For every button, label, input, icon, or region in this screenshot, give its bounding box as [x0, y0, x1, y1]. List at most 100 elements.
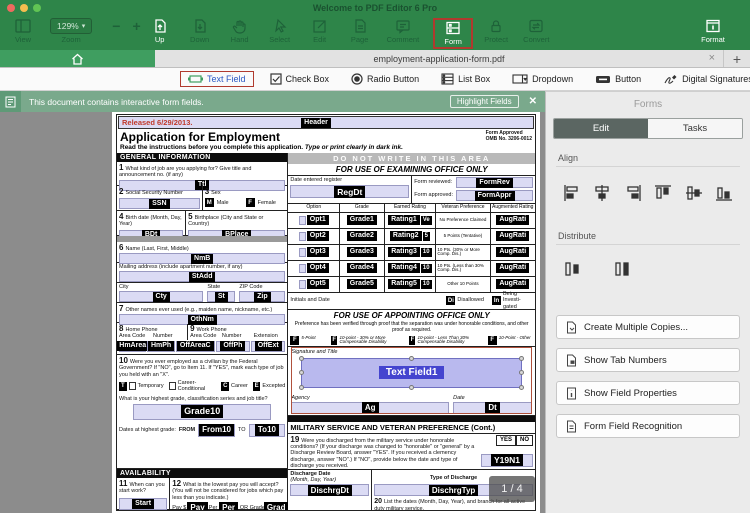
tool-text-field[interactable]: Text Field [180, 71, 254, 87]
resize-handle[interactable] [299, 356, 304, 361]
form-field[interactable]: OffAreaC [176, 341, 215, 352]
distribute-horizontal-icon[interactable] [562, 259, 582, 279]
toolbar-item-page[interactable]: Page [347, 18, 373, 44]
show-field-properties-button[interactable]: Show Field Properties [556, 381, 740, 405]
align-horizontal-center-icon[interactable] [592, 183, 612, 203]
zoom-out-button[interactable]: − [112, 18, 120, 34]
form-field[interactable]: HmPh [147, 341, 174, 352]
resize-handle[interactable] [409, 356, 414, 361]
close-tab-icon[interactable]: × [709, 53, 715, 64]
zoom-dropdown[interactable]: 129% ▾ [50, 18, 92, 34]
form-field[interactable]: From10 [198, 424, 235, 437]
resize-handle[interactable] [299, 385, 304, 390]
form-field[interactable]: HmArea [119, 341, 146, 352]
text-field-icon [188, 74, 203, 84]
form-field[interactable]: Y19N1 [481, 454, 533, 467]
forms-sidebar: Forms Edit Tasks Align Distribute Create… [545, 91, 750, 513]
form-field[interactable] [299, 232, 306, 241]
tab-tasks[interactable]: Tasks [648, 119, 742, 138]
tool-dropdown[interactable]: Dropdown [512, 74, 573, 84]
form-field[interactable]: Start [119, 498, 167, 510]
tab-numbers-doc-icon [566, 354, 577, 367]
toolbar-item-down[interactable]: Down [187, 18, 213, 44]
zoom-in-button[interactable]: + [132, 18, 140, 34]
form-field[interactable]: DischrgDt [290, 484, 369, 496]
notification-close-icon[interactable]: ✕ [529, 96, 537, 107]
form-field[interactable] [299, 216, 306, 225]
format-button[interactable]: Format [700, 18, 726, 44]
highlight-fields-button[interactable]: Highlight Fields [450, 95, 519, 108]
checkbox[interactable] [129, 382, 136, 390]
form-field[interactable]: SSN [119, 198, 200, 209]
tool-radio-button[interactable]: Radio Button [351, 73, 419, 85]
form-field[interactable]: F [409, 336, 415, 345]
tool-digital-signatures[interactable]: Digital Signatures [663, 74, 750, 85]
resize-handle[interactable] [519, 370, 524, 375]
form-field[interactable]: T [119, 382, 127, 391]
resize-handle[interactable] [519, 385, 524, 390]
resize-handle[interactable] [409, 385, 414, 390]
form-field[interactable]: FormAppr [456, 190, 533, 201]
form-field[interactable]: Zip [239, 291, 285, 302]
chevron-down-icon: ▾ [82, 22, 86, 30]
align-vertical-center-icon[interactable] [684, 183, 704, 203]
create-multiple-copies-button[interactable]: Create Multiple Copies... [556, 315, 740, 339]
form-field[interactable]: St [207, 291, 235, 302]
form-field[interactable]: E [253, 382, 261, 391]
form-field[interactable]: In [492, 296, 501, 305]
toolbar-item-select[interactable]: Select [267, 18, 293, 44]
form-field[interactable]: F [331, 336, 337, 345]
form-field[interactable]: F [488, 336, 497, 345]
resize-handle[interactable] [299, 370, 304, 375]
form-field[interactable]: OffPh [216, 341, 250, 352]
form-field-recognition-button[interactable]: Form Field Recognition [556, 414, 740, 438]
align-right-icon[interactable] [623, 183, 643, 203]
form-field[interactable]: F [246, 198, 255, 207]
align-left-icon[interactable] [562, 183, 582, 203]
file-tab[interactable]: employment-application-form.pdf × [155, 50, 724, 67]
form-field[interactable]: OffExt [251, 341, 285, 352]
tab-edit[interactable]: Edit [554, 119, 648, 138]
form-field[interactable] [299, 248, 306, 257]
tool-check-box[interactable]: Check Box [270, 73, 330, 85]
question-4-5: 4Birth date (Month, Day, Year) BDt 5Birt… [117, 211, 287, 236]
tool-button[interactable]: Button [595, 74, 641, 84]
zoom-value: 129% [57, 21, 79, 31]
home-tab[interactable] [0, 50, 155, 67]
form-field[interactable] [299, 280, 306, 289]
new-tab-button[interactable]: + [724, 50, 750, 67]
form-field[interactable]: M [205, 198, 214, 207]
form-field[interactable]: Di [446, 296, 455, 305]
form-field[interactable]: Cty [119, 291, 203, 302]
toolbar-item-up[interactable]: Up [147, 18, 173, 44]
toolbar-item-form[interactable]: Form [440, 20, 466, 46]
toolbar-item-comment[interactable]: Comment [387, 18, 420, 44]
form-field[interactable]: Dt [453, 402, 532, 414]
selected-text-field[interactable]: Text Field1 [301, 358, 522, 388]
form-field[interactable]: StAdd [119, 271, 285, 282]
document-viewport[interactable]: Released 6/29/2013. Header Application f… [0, 112, 545, 513]
form-field[interactable] [299, 264, 306, 273]
resize-handle[interactable] [519, 356, 524, 361]
align-section-label: Align [558, 153, 738, 163]
distribute-vertical-icon[interactable] [612, 259, 632, 279]
view-button[interactable]: View [10, 18, 36, 44]
veteran-table-header: Option Grade Earned Rating Veteran Prefe… [288, 204, 535, 213]
checkbox[interactable] [169, 382, 176, 390]
form-field[interactable]: Ag [291, 402, 449, 414]
show-tab-numbers-button[interactable]: Show Tab Numbers [556, 348, 740, 372]
form-field[interactable]: RegDt [290, 185, 409, 198]
form-field[interactable]: Grade10 [133, 404, 271, 420]
toolbar-item-hand[interactable]: Hand [227, 18, 253, 44]
tool-list-box[interactable]: List Box [441, 73, 490, 85]
align-top-icon[interactable] [653, 183, 673, 203]
form-field[interactable]: Released 6/29/2013. Header [118, 116, 534, 129]
form-field[interactable]: To10 [249, 424, 286, 437]
form-field[interactable]: FormRev [456, 177, 533, 188]
form-field[interactable]: F [290, 336, 299, 345]
toolbar-item-edit[interactable]: Edit [307, 18, 333, 44]
form-field[interactable]: C [221, 382, 229, 391]
toolbar-item-protect[interactable]: Protect [483, 18, 509, 44]
toolbar-item-convert[interactable]: Convert [523, 18, 549, 44]
align-bottom-icon[interactable] [714, 183, 734, 203]
